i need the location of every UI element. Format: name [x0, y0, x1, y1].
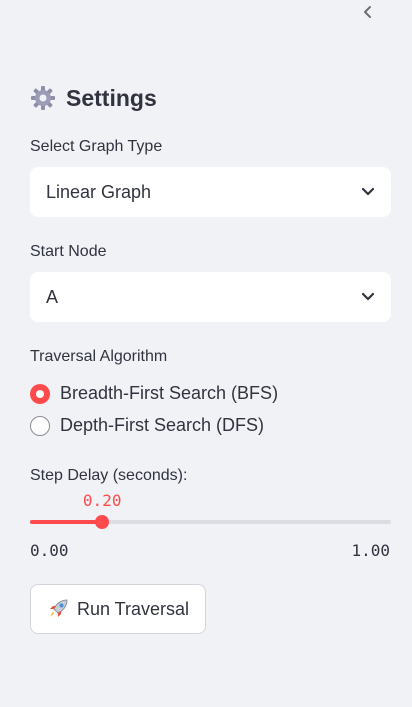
- radio-option-bfs[interactable]: Breadth-First Search (BFS): [30, 383, 278, 404]
- run-traversal-label: Run Traversal: [76, 598, 190, 619]
- traversal-algorithm-label: Traversal Algorithm: [30, 348, 168, 365]
- chevron-down-icon: [361, 187, 375, 196]
- gear-icon: [31, 86, 55, 110]
- radio-selected-icon: [30, 383, 50, 404]
- start-node-select[interactable]: A: [30, 272, 391, 322]
- graph-type-select[interactable]: Linear Graph: [30, 167, 391, 217]
- step-delay-label: Step Delay (seconds):: [30, 467, 188, 484]
- radio-unselected-icon: [30, 415, 50, 436]
- start-node-label: Start Node: [30, 243, 107, 260]
- slider-max-label: 1.00: [351, 541, 390, 560]
- slider-current-value: 0.20: [82, 491, 122, 510]
- run-traversal-button[interactable]: Run Traversal: [30, 584, 206, 634]
- radio-label-dfs: Depth-First Search (DFS): [60, 415, 265, 435]
- rocket-icon: [49, 599, 68, 617]
- graph-type-value: Linear Graph: [46, 181, 152, 202]
- slider-track[interactable]: [30, 520, 391, 524]
- slider-min-label: 0.00: [30, 541, 69, 560]
- slider-track-fill: [30, 520, 103, 524]
- collapse-sidebar-button[interactable]: [356, 0, 380, 24]
- chevron-left-icon: [364, 6, 371, 18]
- sidebar-header: Settings: [30, 82, 157, 114]
- start-node-value: A: [46, 286, 59, 307]
- page-title: Settings: [66, 84, 157, 111]
- radio-label-bfs: Breadth-First Search (BFS): [60, 383, 279, 403]
- chevron-down-icon: [361, 292, 375, 301]
- slider-thumb[interactable]: [95, 515, 110, 529]
- radio-option-dfs[interactable]: Depth-First Search (DFS): [30, 415, 264, 436]
- graph-type-label: Select Graph Type: [30, 138, 163, 155]
